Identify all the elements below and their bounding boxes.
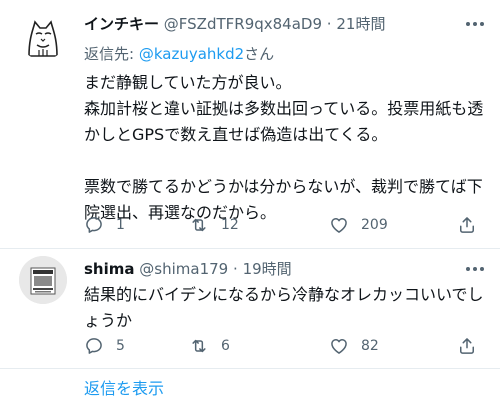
heart-icon bbox=[331, 218, 347, 233]
tweet-header: インチキー @FSZdTFR9qx84aD9 · 21時間 bbox=[84, 14, 385, 34]
timestamp[interactable]: 21時間 bbox=[336, 15, 385, 33]
reply-count: 1 bbox=[116, 217, 125, 233]
heart-icon bbox=[331, 339, 347, 354]
user-handle[interactable]: @shima179 bbox=[139, 260, 228, 278]
separator-dot: · bbox=[326, 15, 332, 33]
like-count: 82 bbox=[361, 338, 379, 354]
like-button[interactable]: 82 bbox=[329, 334, 379, 358]
tweet-header: shima @shima179 · 19時間 bbox=[84, 259, 292, 279]
tweet-text-blank-line bbox=[84, 148, 489, 174]
reply-mention-link[interactable]: @kazuyahkd2 bbox=[139, 45, 244, 63]
reply-to: 返信先: @kazuyahkd2さん bbox=[84, 44, 274, 64]
retweet-button[interactable]: 12 bbox=[189, 213, 239, 237]
user-handle[interactable]: @FSZdTFR9qx84aD9 bbox=[164, 15, 322, 33]
reply-suffix: さん bbox=[244, 45, 275, 63]
timestamp[interactable]: 19時間 bbox=[243, 260, 292, 278]
like-count: 209 bbox=[361, 217, 388, 233]
display-name[interactable]: インチキー bbox=[84, 15, 159, 33]
reply-button[interactable]: 1 bbox=[84, 213, 125, 237]
photo-avatar-icon bbox=[19, 256, 67, 304]
cat-avatar-icon bbox=[19, 12, 67, 60]
share-icon bbox=[460, 217, 474, 233]
tweet-divider bbox=[0, 248, 500, 249]
tweet-text-line: 結果的にバイデンになるから冷静なオレカッコいいでし bbox=[84, 285, 484, 304]
reply-icon bbox=[86, 338, 102, 354]
tweet-text: 結果的にバイデンになるから冷静なオレカッコいいでし ょうか bbox=[84, 282, 489, 334]
tweet-text-line: まだ静観していた方が良い。 bbox=[84, 73, 292, 92]
retweet-icon bbox=[192, 218, 206, 232]
tweet-actions: 5 6 82 bbox=[84, 334, 489, 358]
tweet-text: まだ静観していた方が良い。 森加計桜と違い証拠は多数出回っている。投票用紙も透 … bbox=[84, 70, 489, 226]
tweet-divider bbox=[0, 368, 500, 369]
display-name[interactable]: shima bbox=[84, 260, 135, 278]
more-icon[interactable] bbox=[464, 14, 486, 34]
show-replies-link[interactable]: 返信を表示 bbox=[84, 378, 164, 400]
more-icon[interactable] bbox=[464, 259, 486, 279]
share-icon bbox=[460, 338, 474, 354]
retweet-button[interactable]: 6 bbox=[189, 334, 230, 358]
tweet-actions: 1 12 209 bbox=[84, 213, 489, 237]
separator-dot: · bbox=[233, 260, 238, 278]
reply-button[interactable]: 5 bbox=[84, 334, 125, 358]
retweet-count: 6 bbox=[221, 338, 230, 354]
retweet-count: 12 bbox=[221, 217, 239, 233]
reply-prefix: 返信先: bbox=[84, 45, 139, 63]
tweet-text-line: かしとGPSで数え直せば偽造は出てくる。 bbox=[84, 125, 388, 144]
reply-icon bbox=[86, 217, 102, 233]
reply-count: 5 bbox=[116, 338, 125, 354]
retweet-icon bbox=[192, 339, 206, 353]
share-button[interactable] bbox=[457, 213, 477, 237]
like-button[interactable]: 209 bbox=[329, 213, 388, 237]
tweet-1[interactable]: インチキー @FSZdTFR9qx84aD9 · 21時間 返信先: @kazu… bbox=[0, 0, 500, 248]
tweet-text-line: 票数で勝てるかどうかは分からないが、裁判で勝てば下 bbox=[84, 177, 483, 196]
tweet-text-line: 森加計桜と違い証拠は多数出回っている。投票用紙も透 bbox=[84, 99, 484, 118]
tweet-text-line: ょうか bbox=[84, 311, 133, 330]
share-button[interactable] bbox=[457, 334, 477, 358]
avatar[interactable] bbox=[19, 256, 67, 304]
avatar[interactable] bbox=[19, 12, 67, 60]
